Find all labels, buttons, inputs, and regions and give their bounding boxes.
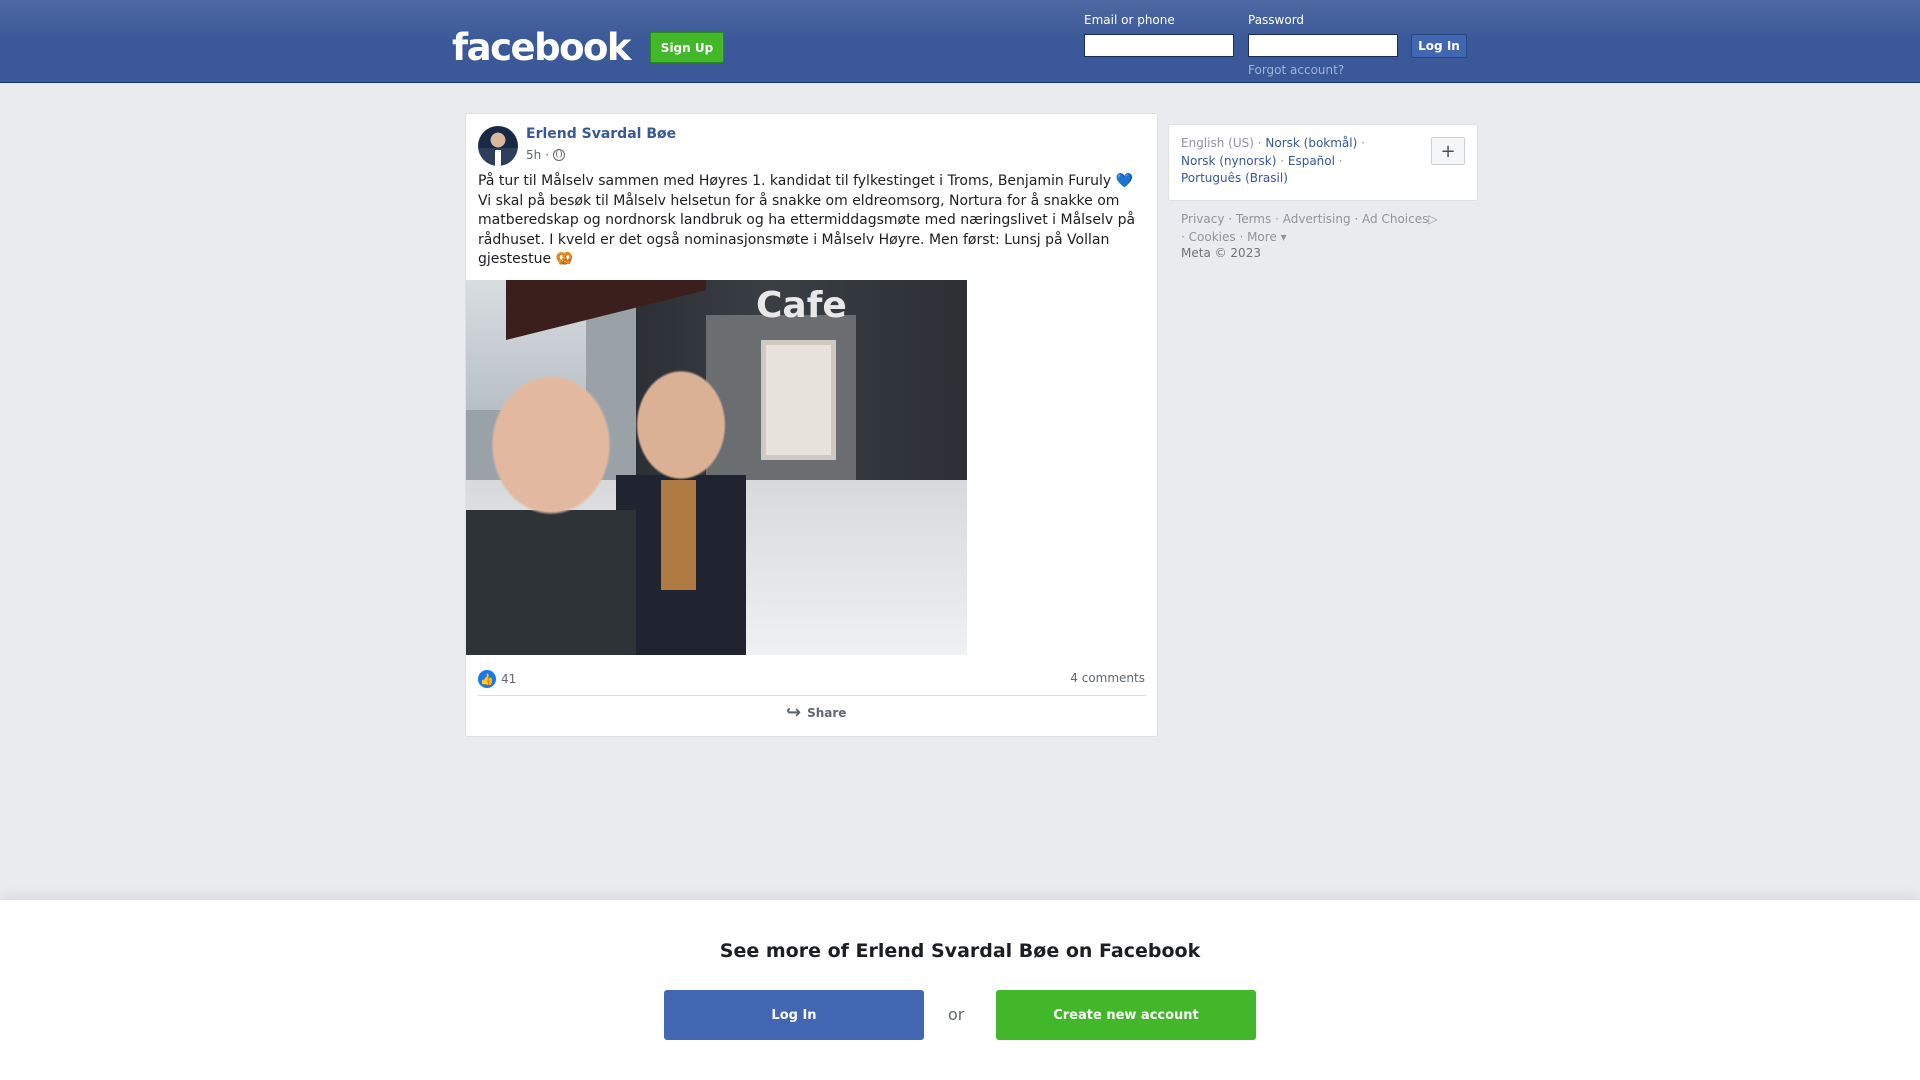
banner-or-label: or <box>948 1005 965 1024</box>
language-current: English (US) <box>1181 136 1254 150</box>
meta-separator: · <box>545 148 550 162</box>
share-button[interactable]: ↪ Share <box>786 702 847 723</box>
post-author[interactable]: Erlend Svardal Bøe <box>526 126 676 142</box>
post-time[interactable]: 5h <box>526 148 541 162</box>
footer-link-ad-choices[interactable]: Ad Choices <box>1362 212 1428 226</box>
password-label: Password <box>1248 13 1305 27</box>
photo-shirt <box>661 480 696 590</box>
post-text-line1: På tur til Målselv sammen med Høyres 1. … <box>478 173 1112 189</box>
copyright: Meta © 2023 <box>1181 246 1261 260</box>
footer-link-terms[interactable]: Terms <box>1236 212 1271 226</box>
create-account-button[interactable]: Create new account <box>996 990 1256 1040</box>
comments-count-link[interactable]: 4 comments <box>1070 671 1145 685</box>
post-card: Erlend Svardal Bøe 5h · På tur til Målse… <box>465 113 1158 737</box>
divider <box>478 695 1146 696</box>
email-field[interactable] <box>1084 34 1234 57</box>
photo-person-left <box>466 360 636 655</box>
reactions[interactable]: 👍 41 <box>478 670 516 688</box>
password-field[interactable] <box>1248 34 1398 57</box>
more-languages-button[interactable]: + <box>1431 137 1465 165</box>
banner-title: See more of Erlend Svardal Bøe on Facebo… <box>719 940 1201 962</box>
blue-heart-emoji: 💙 <box>1115 173 1134 189</box>
caret-down-icon: ▾ <box>1276 230 1287 244</box>
post-text-body: Vi skal på besøk til Målselv helsetun fo… <box>478 192 1136 268</box>
login-banner: See more of Erlend Svardal Bøe on Facebo… <box>0 900 1920 1080</box>
forgot-account-link[interactable]: Forgot account? <box>1248 63 1344 77</box>
language-link-norsk-bokmal[interactable]: Norsk (bokmål) <box>1265 136 1357 150</box>
photo-door <box>761 340 836 460</box>
footer-link-cookies[interactable]: Cookies <box>1189 230 1236 244</box>
language-link-espanol[interactable]: Español <box>1288 154 1335 168</box>
banner-log-in-button[interactable]: Log In <box>664 990 924 1040</box>
avatar[interactable] <box>478 126 518 166</box>
footer-link-privacy[interactable]: Privacy <box>1181 212 1224 226</box>
log-in-button[interactable]: Log In <box>1411 34 1467 58</box>
globe-icon <box>553 149 566 161</box>
post-photo[interactable]: Cafe <box>466 280 967 655</box>
share-arrow-icon: ↪ <box>786 702 802 723</box>
pretzel-emoji: 🥨 <box>555 251 573 267</box>
post-text: På tur til Målselv sammen med Høyres 1. … <box>478 172 1148 270</box>
footer-link-more[interactable]: More <box>1247 230 1277 244</box>
photo-cafe-sign: Cafe <box>756 285 847 326</box>
email-label: Email or phone <box>1084 13 1175 27</box>
footer-links: Privacy · Terms · Advertising · Ad Choic… <box>1181 212 1438 244</box>
facebook-logo[interactable]: facebook <box>452 26 632 69</box>
sign-up-button[interactable]: Sign Up <box>650 32 724 63</box>
language-link-norsk-nynorsk[interactable]: Norsk (nynorsk) <box>1181 154 1276 168</box>
language-link-portugues[interactable]: Português (Brasil) <box>1181 171 1288 185</box>
post-meta: 5h · <box>526 148 566 162</box>
top-navigation-bar: facebook Sign Up Email or phone Password… <box>0 0 1920 83</box>
like-count: 41 <box>501 672 517 686</box>
share-label: Share <box>807 706 847 720</box>
like-icon: 👍 <box>478 670 496 688</box>
ad-choices-icon: ▷ <box>1428 212 1438 226</box>
footer-link-advertising[interactable]: Advertising <box>1283 212 1351 226</box>
